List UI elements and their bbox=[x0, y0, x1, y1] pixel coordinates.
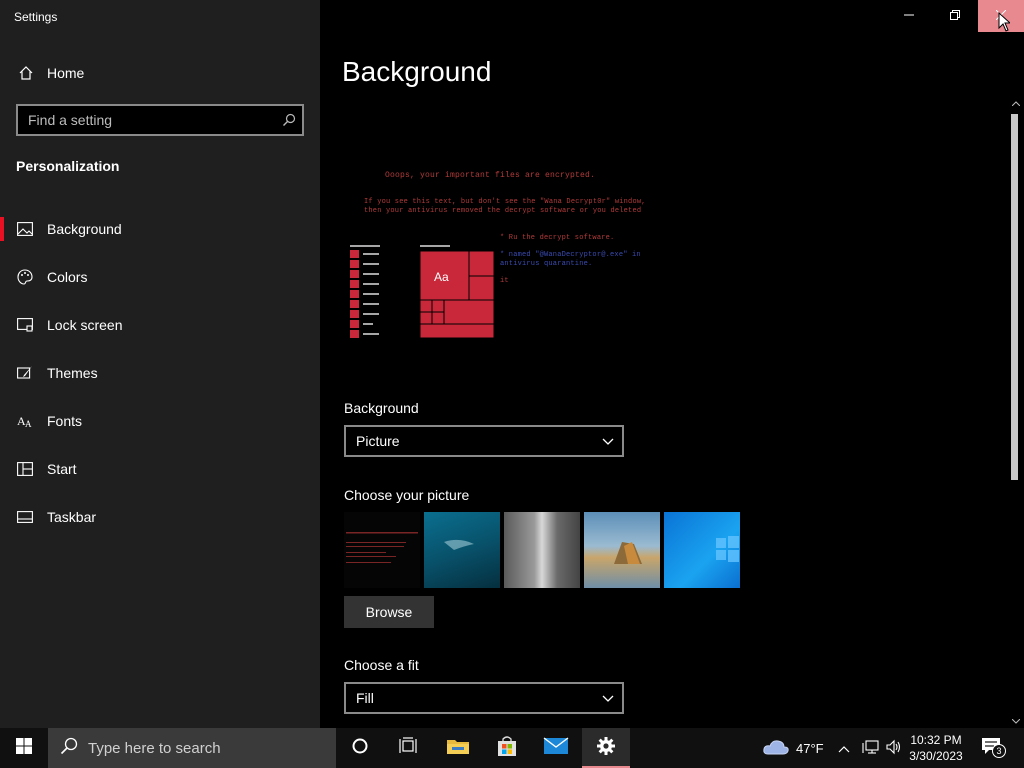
temperature-text: 47°F bbox=[796, 740, 824, 756]
notification-icon: 3 bbox=[981, 737, 1006, 760]
scroll-up-arrow-icon[interactable] bbox=[1008, 96, 1024, 110]
network-icon bbox=[862, 739, 880, 758]
search-icon[interactable] bbox=[276, 113, 302, 127]
personalization-nav: Background Colors Lock screen Themes AA … bbox=[0, 205, 320, 541]
chevron-up-icon bbox=[838, 741, 850, 756]
picture-thumb-ransom[interactable] bbox=[344, 512, 420, 588]
picture-thumb-underwater[interactable] bbox=[424, 512, 500, 588]
sidebar-item-label: Fonts bbox=[47, 413, 83, 429]
taskbar-search-box[interactable]: Type here to search bbox=[48, 728, 336, 768]
windows-logo-icon bbox=[16, 737, 32, 759]
home-icon bbox=[16, 63, 36, 83]
tile-sample-text: Aa bbox=[434, 270, 449, 284]
minimize-icon bbox=[904, 7, 914, 25]
chevron-down-icon bbox=[602, 433, 614, 449]
mail-icon bbox=[543, 736, 569, 761]
speaker-icon bbox=[886, 739, 902, 758]
weather-widget[interactable]: 47°F bbox=[762, 728, 824, 768]
store-bag-icon bbox=[496, 735, 518, 762]
search-icon bbox=[60, 737, 80, 760]
settings-taskbar-button[interactable] bbox=[582, 728, 630, 768]
brush-icon bbox=[16, 364, 34, 382]
scroll-down-arrow-icon[interactable] bbox=[1008, 714, 1024, 728]
browse-button[interactable]: Browse bbox=[344, 596, 434, 628]
taskbar-icon bbox=[16, 508, 34, 526]
taskbar: Type here to search 47°F 10:32 PM 3/30/2… bbox=[0, 728, 1024, 768]
start-button[interactable] bbox=[0, 728, 48, 768]
cortana-button[interactable] bbox=[336, 728, 384, 768]
folder-icon bbox=[446, 736, 470, 761]
sidebar-item-background[interactable]: Background bbox=[0, 205, 320, 253]
network-tray-button[interactable] bbox=[862, 728, 880, 768]
app-title: Settings bbox=[14, 10, 58, 24]
sidebar-item-fonts[interactable]: AA Fonts bbox=[0, 397, 320, 445]
file-explorer-button[interactable] bbox=[434, 728, 482, 768]
settings-sidebar: Settings Home Personalization Background… bbox=[0, 0, 320, 728]
taskbar-search-placeholder: Type here to search bbox=[88, 739, 221, 757]
sidebar-item-label: Lock screen bbox=[47, 317, 123, 333]
background-type-dropdown[interactable]: Picture bbox=[344, 425, 624, 457]
background-type-label: Background bbox=[344, 400, 419, 416]
chevron-down-icon bbox=[602, 690, 614, 706]
lock-screen-icon bbox=[16, 316, 34, 334]
task-view-button[interactable] bbox=[384, 728, 432, 768]
task-view-icon bbox=[398, 736, 418, 760]
choose-fit-label: Choose a fit bbox=[344, 657, 419, 673]
choose-picture-label: Choose your picture bbox=[344, 487, 470, 503]
picture-icon bbox=[16, 220, 34, 238]
sidebar-item-lock-screen[interactable]: Lock screen bbox=[0, 301, 320, 349]
microsoft-store-button[interactable] bbox=[483, 728, 531, 768]
sidebar-item-label: Themes bbox=[47, 365, 98, 381]
action-center-button[interactable]: 3 bbox=[976, 728, 1006, 768]
background-settings-page: Background Ooops, your important files a… bbox=[320, 0, 1024, 728]
notification-count-badge: 3 bbox=[992, 743, 1006, 758]
clock-date: 3/30/2023 bbox=[909, 749, 963, 763]
volume-tray-button[interactable] bbox=[886, 728, 902, 768]
sidebar-item-themes[interactable]: Themes bbox=[0, 349, 320, 397]
choose-fit-dropdown[interactable]: Fill bbox=[344, 682, 624, 714]
mail-button[interactable] bbox=[532, 728, 580, 768]
sidebar-item-label: Colors bbox=[47, 269, 88, 285]
clock[interactable]: 10:32 PM 3/30/2023 bbox=[906, 732, 966, 764]
show-hidden-icons-button[interactable] bbox=[838, 728, 850, 768]
find-setting-input[interactable] bbox=[18, 112, 276, 128]
vertical-scrollbar[interactable] bbox=[1008, 96, 1024, 728]
section-title: Personalization bbox=[16, 158, 120, 174]
background-type-value: Picture bbox=[356, 433, 400, 449]
restore-icon bbox=[950, 7, 960, 25]
mouse-cursor-icon bbox=[998, 11, 1012, 37]
fit-value: Fill bbox=[356, 690, 374, 706]
picture-thumb-beach[interactable] bbox=[584, 512, 660, 588]
sidebar-item-taskbar[interactable]: Taskbar bbox=[0, 493, 320, 541]
start-icon bbox=[16, 460, 34, 478]
scrollbar-thumb[interactable] bbox=[1011, 114, 1018, 480]
sidebar-item-colors[interactable]: Colors bbox=[0, 253, 320, 301]
fonts-icon: AA bbox=[16, 412, 34, 430]
home-label: Home bbox=[47, 65, 85, 81]
picture-thumbnails bbox=[344, 512, 740, 588]
background-preview: Ooops, your important files are encrypte… bbox=[345, 154, 675, 354]
cortana-circle-icon bbox=[351, 737, 369, 760]
home-nav-item[interactable]: Home bbox=[0, 56, 320, 90]
picture-thumb-waterfall[interactable] bbox=[504, 512, 580, 588]
palette-icon bbox=[16, 268, 34, 286]
page-title: Background bbox=[342, 56, 492, 87]
sidebar-item-start[interactable]: Start bbox=[0, 445, 320, 493]
start-menu-preview bbox=[350, 245, 495, 339]
sidebar-item-label: Start bbox=[47, 461, 77, 477]
restore-button[interactable] bbox=[932, 0, 978, 32]
gear-icon bbox=[596, 736, 616, 761]
cloud-weather-icon bbox=[762, 738, 790, 759]
minimize-button[interactable] bbox=[886, 0, 932, 32]
sidebar-item-label: Taskbar bbox=[47, 509, 97, 525]
sidebar-item-label: Background bbox=[47, 221, 122, 237]
find-setting-search[interactable] bbox=[16, 104, 304, 136]
picture-thumb-windows[interactable] bbox=[664, 512, 740, 588]
clock-time: 10:32 PM bbox=[910, 733, 962, 747]
svg-text:A: A bbox=[25, 419, 32, 428]
